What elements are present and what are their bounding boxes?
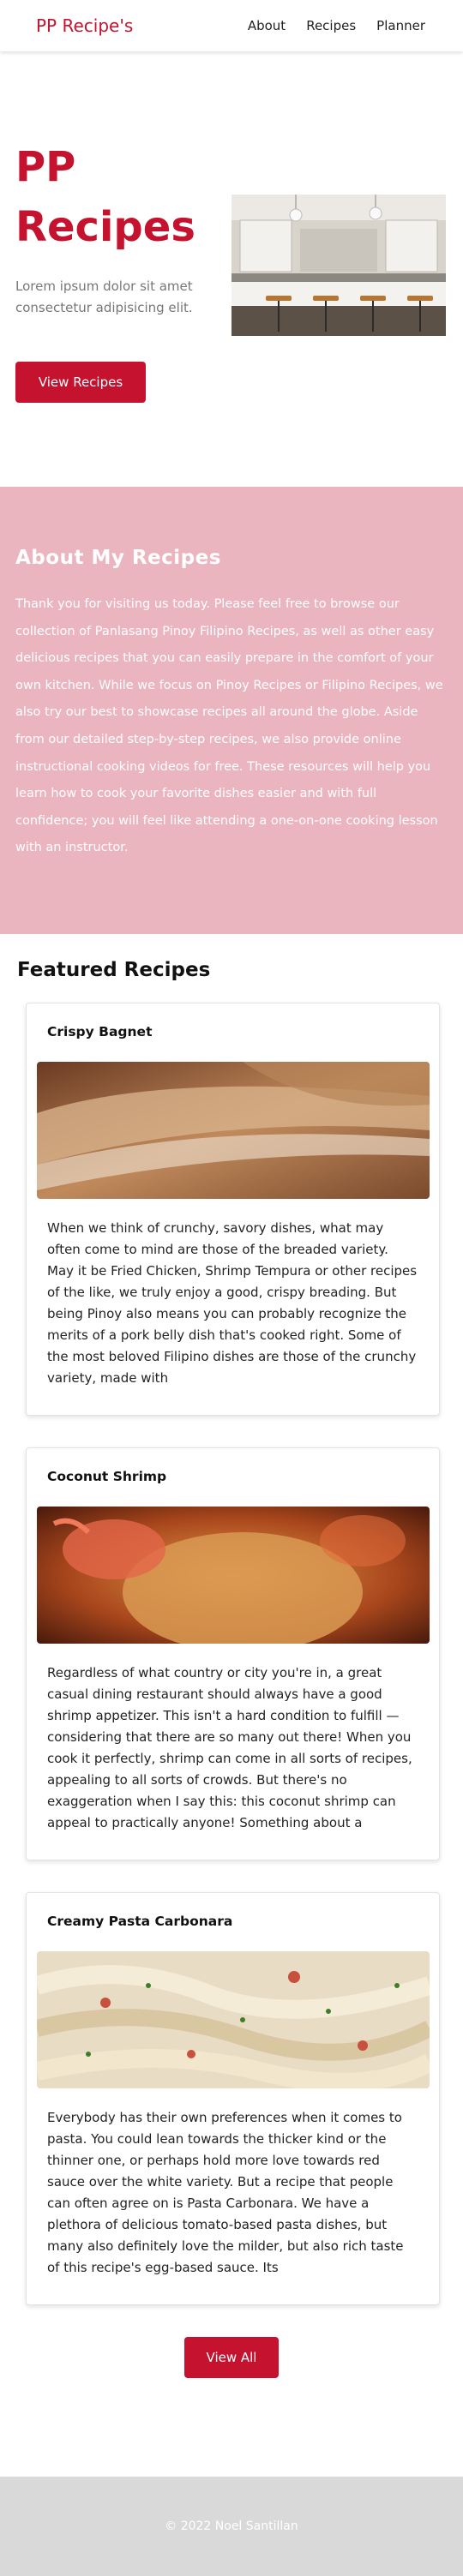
recipe-card[interactable]: Creamy Pasta Carbonara Everybody has the… [26, 1892, 440, 2305]
recipe-description: When we think of crunchy, savory dishes,… [47, 1220, 418, 1386]
nav-link-recipes[interactable]: Recipes [306, 18, 356, 33]
site-header: PP Recipe's About Recipes Planner [0, 0, 463, 51]
about-heading: About My Recipes [15, 547, 221, 569]
recipe-image-coconut-shrimp [37, 1507, 430, 1644]
recipe-description: Regardless of what country or city you'r… [47, 1665, 412, 1830]
recipe-card[interactable]: Crispy Bagnet When we think of crunchy, … [26, 1003, 440, 1416]
brand-logo[interactable]: PP Recipe's [36, 15, 133, 36]
view-recipes-button[interactable]: View Recipes [15, 362, 146, 403]
recipe-image-crispy-bagnet [37, 1062, 430, 1199]
about-text: Thank you for visiting us today. Please … [15, 597, 443, 855]
featured-section: Featured Recipes Crispy Bagnet When we t… [0, 934, 463, 2378]
recipe-description: Everybody has their own preferences when… [47, 2110, 404, 2275]
recipe-card[interactable]: Coconut Shrimp Regardless of what countr… [26, 1447, 440, 1860]
recipe-title[interactable]: Creamy Pasta Carbonara [47, 1914, 429, 1951]
hero-section: PP Recipes Lorem ipsum dolor sit amet co… [0, 51, 463, 487]
about-section: About My Recipes Thank you for visiting … [0, 487, 463, 934]
nav-link-planner[interactable]: Planner [376, 18, 425, 33]
recipe-title[interactable]: Coconut Shrimp [47, 1469, 429, 1507]
page: PP Recipe's About Recipes Planner PP Rec… [0, 0, 463, 2576]
recipe-image-pasta-carbonara [37, 1951, 430, 2088]
nav-link-about[interactable]: About [248, 18, 286, 33]
view-all-button[interactable]: View All [184, 2337, 279, 2378]
main-nav: About Recipes Planner [248, 18, 425, 33]
featured-heading: Featured Recipes [17, 959, 211, 981]
hero-subtitle: Lorem ipsum dolor sit amet consectetur a… [15, 279, 193, 315]
recipe-title[interactable]: Crispy Bagnet [47, 1024, 429, 1062]
copyright-text: © 2022 Noel Santillan [165, 2519, 298, 2533]
kitchen-image [232, 195, 446, 336]
site-footer: © 2022 Noel Santillan [0, 2477, 463, 2576]
hero-title: PP Recipes [15, 143, 195, 251]
